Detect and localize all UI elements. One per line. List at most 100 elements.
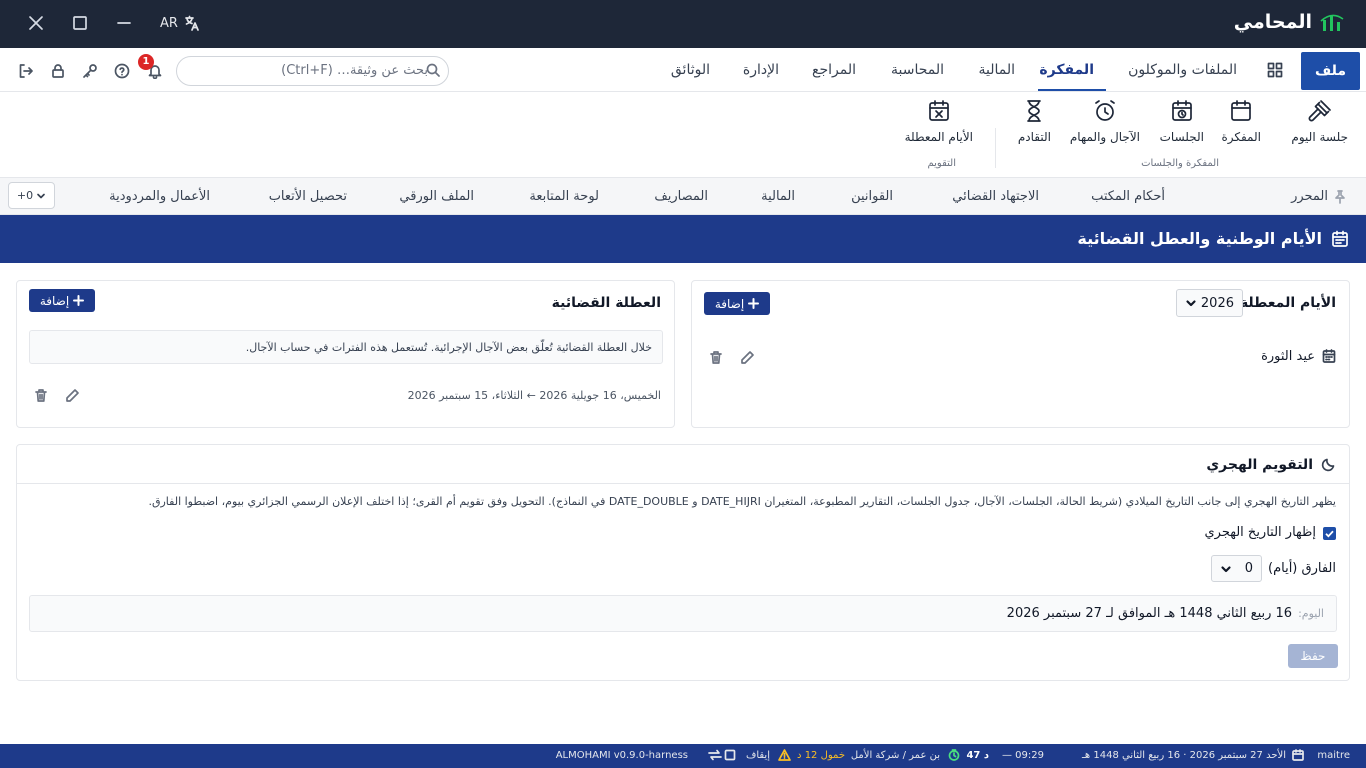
ribbon-prescription[interactable]: التقادم <box>1018 98 1051 144</box>
judicial-title: العطلة القضائية <box>551 295 661 311</box>
translate-icon <box>184 15 200 31</box>
menu-item-administration[interactable]: الإدارة <box>743 48 779 92</box>
status-bar: maitre الأحد 27 سبتمبر 2026 · 16 ربيع ال… <box>0 744 1366 768</box>
active-menu-underline <box>1038 89 1106 91</box>
lock-icon[interactable] <box>50 63 66 79</box>
ribbon-holidays[interactable]: الأيام المعطلة <box>905 98 973 144</box>
trash-icon[interactable] <box>34 388 48 403</box>
today-value: 16 ربيع الثاني 1448 هـ الموافق لـ 27 سبت… <box>1006 606 1293 621</box>
logout-icon[interactable] <box>18 63 34 79</box>
tab-laws[interactable]: القوانين <box>851 178 893 215</box>
holiday-item-name: عيد الثورة <box>1261 349 1315 364</box>
judicial-note: خلال العطلة القضائية تُعلّق بعض الآجال ا… <box>29 330 663 364</box>
stop-icon[interactable] <box>724 749 736 761</box>
menu-bar: ملف الملفات والموكلون المفكرة المالية ال… <box>0 48 1366 92</box>
page-header: الأيام الوطنية والعطل القضائية <box>0 215 1366 263</box>
tab-expenses[interactable]: المصاريف <box>654 178 708 215</box>
tab-dashboard[interactable]: لوحة المتابعة <box>529 178 599 215</box>
ribbon-label: الجلسات <box>1159 130 1204 144</box>
secondary-tabs: المحرر أحكام المكتب الاجتهاد القضائي الق… <box>0 178 1366 215</box>
menu-item-files-clients[interactable]: الملفات والموكلون <box>1128 48 1237 92</box>
edit-icon[interactable] <box>740 350 755 365</box>
plus-icon <box>73 295 85 306</box>
minimize-icon[interactable] <box>116 14 132 32</box>
show-hijri-checkbox[interactable] <box>1323 527 1336 540</box>
status-client: بن عمر / شركة الأمل <box>850 750 940 761</box>
divider <box>17 483 1349 484</box>
pause-button[interactable]: إيقاف <box>746 750 770 761</box>
status-timer: 47 د <box>966 750 989 761</box>
menu-file[interactable]: ملف <box>1301 52 1360 90</box>
year-select[interactable]: 2026 <box>1176 289 1243 317</box>
ribbon-label: المفكرة <box>1221 130 1261 144</box>
pin-icon[interactable] <box>1334 190 1346 204</box>
offset-select[interactable]: 0 <box>1211 555 1262 582</box>
chevron-down-icon <box>36 191 46 201</box>
ribbon-sessions[interactable]: الجلسات <box>1160 98 1204 144</box>
calendar-icon <box>1331 230 1349 248</box>
calendar-icon <box>1292 749 1304 761</box>
menu-item-accounting[interactable]: المحاسبة <box>891 48 944 92</box>
ribbon-label: الأيام المعطلة <box>904 130 973 144</box>
offset-value: 0 <box>1244 561 1253 576</box>
sync-icon[interactable] <box>708 749 722 761</box>
tab-finance[interactable]: المالية <box>761 178 795 215</box>
search-input[interactable]: بحث عن وثيقة… (Ctrl+F) <box>176 56 449 86</box>
ribbon-agenda[interactable]: المفكرة <box>1221 98 1261 144</box>
ribbon-label: التقادم <box>1017 130 1051 144</box>
menu-item-references[interactable]: المراجع <box>812 48 856 92</box>
notification-badge: 1 <box>138 54 154 70</box>
app-brand: المحامي <box>1234 11 1344 33</box>
hourglass-icon <box>1027 100 1042 122</box>
ribbon-deadlines-tasks[interactable]: الآجال والمهام <box>1070 98 1140 144</box>
language-label: AR <box>160 15 178 31</box>
year-value: 2026 <box>1200 295 1234 311</box>
ribbon-group-label-calendar: التقويم <box>927 158 956 169</box>
menu-item-documents[interactable]: الوثائق <box>671 48 710 92</box>
more-tabs-button[interactable]: +0 <box>8 182 55 209</box>
tab-fee-collection[interactable]: تحصيل الأتعاب <box>269 178 347 215</box>
vacation-period: الخميس، 16 جويلية 2026 ← الثلاثاء، 15 سب… <box>407 389 661 402</box>
search-icon <box>426 63 440 77</box>
moon-icon <box>1321 457 1336 472</box>
holidays-title: الأيام المعطلة <box>1239 295 1336 311</box>
add-holiday-button[interactable]: إضافة <box>704 292 770 315</box>
hijri-description: يظهر التاريخ الهجري إلى جانب التاريخ الم… <box>148 495 1336 508</box>
more-tabs-count: +0 <box>16 189 34 202</box>
language-switch[interactable]: AR <box>160 15 200 31</box>
menu-item-agenda[interactable]: المفكرة <box>1039 48 1094 92</box>
ribbon-label: جلسة اليوم <box>1291 130 1348 144</box>
calendar-icon <box>1322 349 1336 363</box>
add-vacation-button[interactable]: إضافة <box>29 289 95 312</box>
ribbon-today-session[interactable]: جلسة اليوم <box>1291 98 1348 144</box>
calendar-icon <box>1231 100 1252 121</box>
today-box: اليوم: 16 ربيع الثاني 1448 هـ الموافق لـ… <box>29 595 1337 632</box>
status-version: ALMOHAMI v0.9.0-harness <box>555 750 688 761</box>
key-icon[interactable] <box>82 63 98 79</box>
status-date: الأحد 27 سبتمبر 2026 · 16 ربيع الثاني 14… <box>1082 750 1286 761</box>
edit-icon[interactable] <box>65 388 80 403</box>
ribbon-label: الآجال والمهام <box>1069 130 1140 144</box>
close-icon[interactable] <box>28 14 44 32</box>
maximize-icon[interactable] <box>72 14 88 32</box>
hijri-panel: التقويم الهجري يظهر التاريخ الهجري إلى ج… <box>16 444 1350 681</box>
menu-item-finance[interactable]: المالية <box>978 48 1015 92</box>
tab-jurisprudence[interactable]: الاجتهاد القضائي <box>952 178 1039 215</box>
warning-icon <box>778 749 791 761</box>
show-hijri-label: إظهار التاريخ الهجري <box>1204 525 1316 540</box>
hijri-title: التقويم الهجري <box>1206 457 1313 473</box>
gavel-icon <box>1308 100 1331 122</box>
help-icon[interactable] <box>114 63 130 79</box>
status-idle: خمول 12 د <box>797 750 845 761</box>
tab-editor[interactable]: المحرر <box>1291 178 1328 215</box>
logo-icon <box>1320 11 1344 33</box>
tab-office-rulings[interactable]: أحكام المكتب <box>1091 178 1165 215</box>
tab-paper-file[interactable]: الملف الورقي <box>399 178 474 215</box>
save-button[interactable]: حفظ <box>1288 644 1338 668</box>
ribbon-separator <box>995 128 996 168</box>
status-time: — 09:29 <box>1002 750 1044 761</box>
timer-icon <box>948 749 960 761</box>
tab-performance[interactable]: الأعمال والمردودية <box>109 178 210 215</box>
apps-grid-icon[interactable] <box>1267 62 1283 78</box>
trash-icon[interactable] <box>709 350 723 365</box>
